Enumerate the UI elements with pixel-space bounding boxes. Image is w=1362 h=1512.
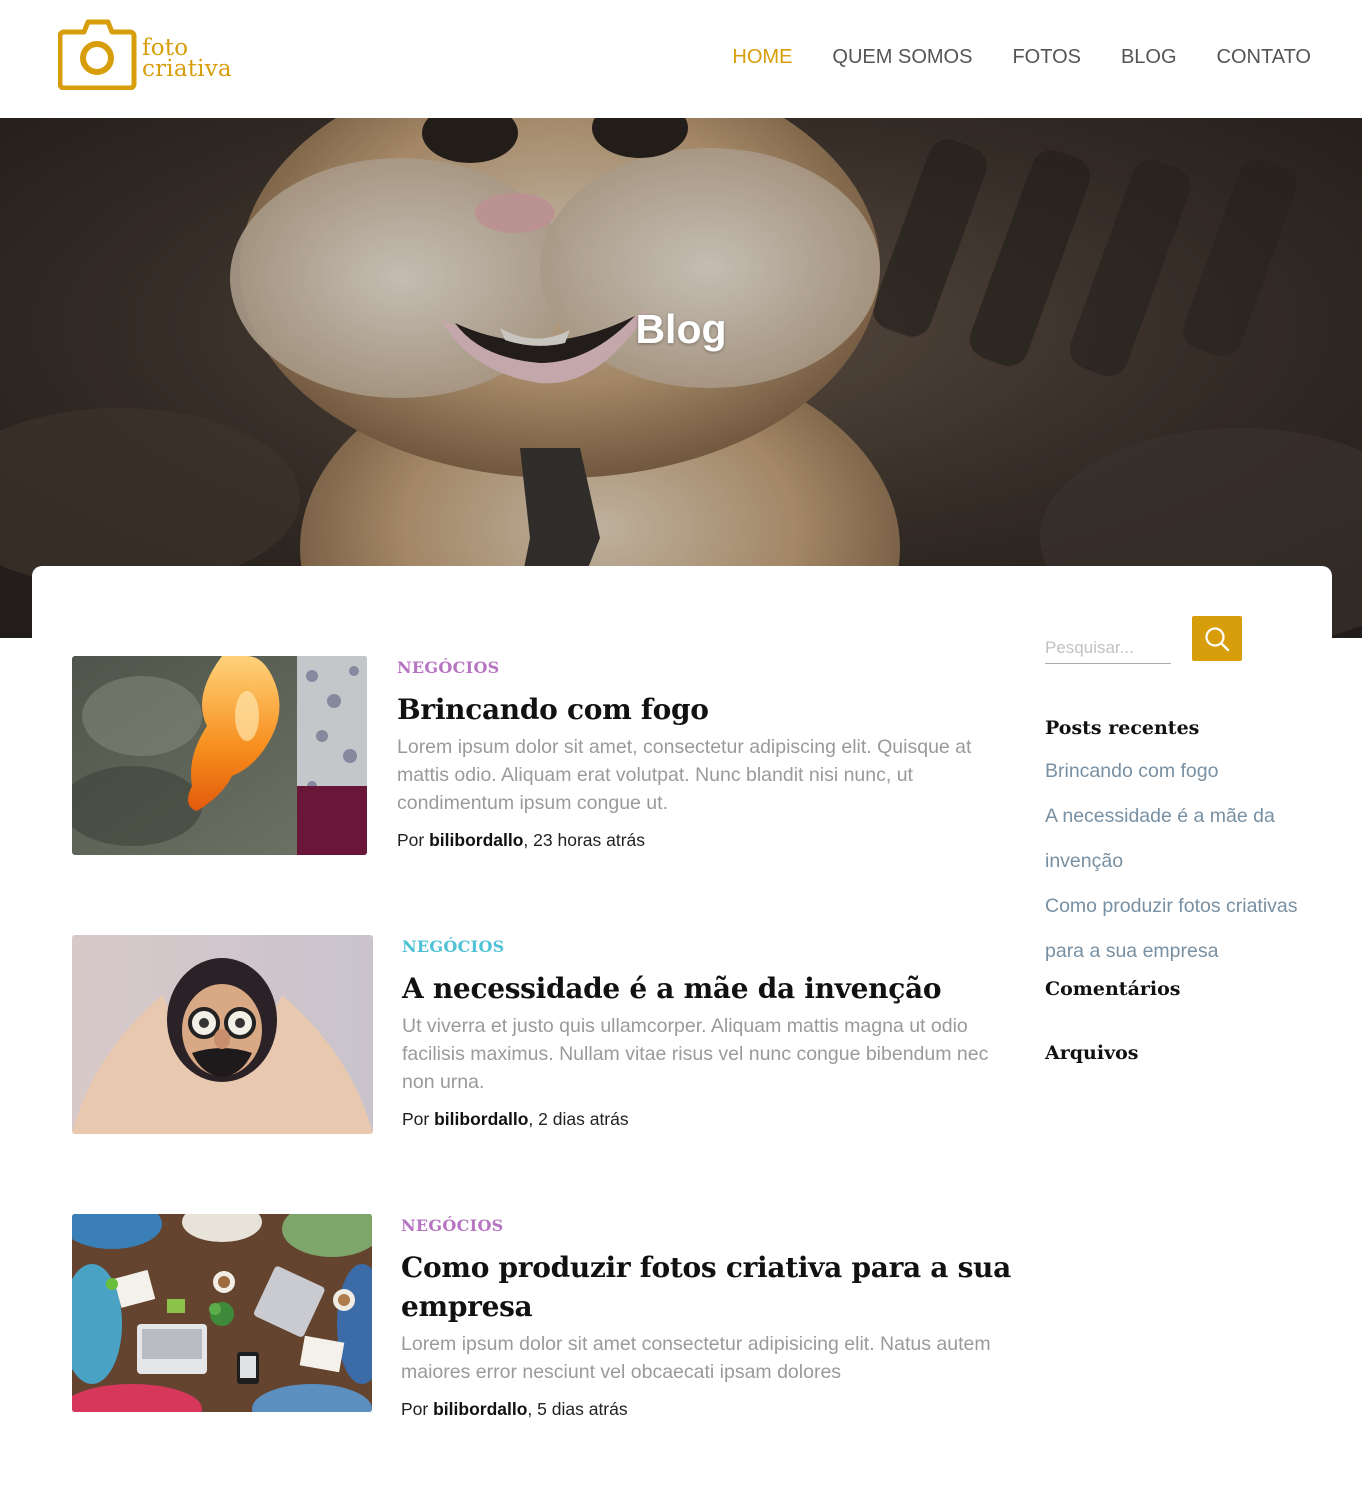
post-excerpt: Lorem ipsum dolor sit amet consectetur a… — [401, 1333, 991, 1383]
post-body: NEGÓCIOS Como produzir fotos criativa pa… — [401, 1216, 1011, 1420]
list-item: Brincando com fogo — [1045, 749, 1325, 794]
post-excerpt: Lorem ipsum dolor sit amet, consectetur … — [397, 736, 972, 814]
post-time: , 5 dias atrás — [527, 1399, 628, 1419]
post-item: NEGÓCIOS Como produzir fotos criativa pa… — [72, 1214, 1012, 1434]
byline-prefix: Por — [397, 830, 430, 850]
post-title[interactable]: Como produzir fotos criativa para a sua … — [401, 1248, 1011, 1326]
post-byline: Por bilibordallo, 2 dias atrás — [402, 1108, 1012, 1130]
recent-post-link[interactable]: Brincando com fogo — [1045, 749, 1325, 794]
list-item: para a sua empresa — [1045, 929, 1325, 974]
nav-item-blog[interactable]: BLOG — [1121, 45, 1177, 69]
site-logo[interactable]: foto criativa — [58, 18, 238, 90]
hero-banner: Blog — [0, 118, 1362, 638]
post-category[interactable]: NEGÓCIOS — [402, 937, 1012, 957]
post-body: NEGÓCIOS A necessidade é a mãe da invenç… — [402, 937, 1012, 1130]
brand-name: foto criativa — [142, 37, 232, 82]
site-header: foto criativa HOME QUEM SOMOS FOTOS BLOG… — [0, 0, 1362, 118]
brand-line-2: criativa — [142, 56, 232, 82]
byline-prefix: Por — [401, 1399, 434, 1419]
post-thumbnail-team-table[interactable] — [72, 1214, 372, 1412]
post-body: NEGÓCIOS Brincando com fogo Lorem ipsum … — [397, 658, 1007, 851]
camera-icon — [58, 19, 137, 90]
list-item: A necessidade é a mãe da — [1045, 794, 1325, 839]
post-category[interactable]: NEGÓCIOS — [401, 1216, 1011, 1236]
byline-prefix: Por — [402, 1109, 435, 1129]
post-category[interactable]: NEGÓCIOS — [397, 658, 1007, 678]
comments-heading: Comentários — [1045, 978, 1181, 1000]
nav-item-quem-somos[interactable]: QUEM SOMOS — [832, 45, 972, 69]
post-title[interactable]: A necessidade é a mãe da invenção — [402, 969, 1012, 1008]
nav-item-contato[interactable]: CONTATO — [1217, 45, 1311, 69]
recent-post-link[interactable]: A necessidade é a mãe da — [1045, 794, 1325, 839]
search-button[interactable] — [1192, 616, 1242, 661]
post-item: NEGÓCIOS A necessidade é a mãe da invenç… — [72, 935, 1012, 1135]
recent-post-link[interactable]: Como produzir fotos criativas — [1045, 884, 1325, 929]
nav-item-fotos[interactable]: FOTOS — [1012, 45, 1081, 69]
recent-posts-list: Brincando com fogo A necessidade é a mãe… — [1045, 749, 1325, 974]
post-thumbnail-funny-man[interactable] — [72, 935, 373, 1134]
post-author[interactable]: bilibordallo — [433, 1399, 527, 1419]
post-excerpt: Ut viverra et justo quis ullamcorper. Al… — [402, 1015, 989, 1093]
post-time: , 23 horas atrás — [523, 830, 646, 850]
post-byline: Por bilibordallo, 5 dias atrás — [401, 1398, 1011, 1420]
hero-title: Blog — [635, 306, 727, 352]
recent-posts-heading: Posts recentes — [1045, 717, 1200, 739]
nav-item-home[interactable]: HOME — [732, 45, 792, 69]
list-item: invenção — [1045, 839, 1325, 884]
hero-background-image — [0, 118, 1362, 638]
post-item: NEGÓCIOS Brincando com fogo Lorem ipsum … — [72, 656, 1012, 856]
archives-heading: Arquivos — [1045, 1042, 1139, 1064]
search-icon — [1205, 626, 1230, 651]
recent-post-link[interactable]: para a sua empresa — [1045, 929, 1325, 974]
post-thumbnail-fire[interactable] — [72, 656, 367, 855]
post-time: , 2 dias atrás — [528, 1109, 629, 1129]
recent-post-link[interactable]: invenção — [1045, 839, 1325, 884]
post-byline: Por bilibordallo, 23 horas atrás — [397, 829, 1007, 851]
list-item: Como produzir fotos criativas — [1045, 884, 1325, 929]
post-author[interactable]: bilibordallo — [434, 1109, 528, 1129]
main-nav: HOME QUEM SOMOS FOTOS BLOG CONTATO — [732, 45, 1311, 69]
post-title[interactable]: Brincando com fogo — [397, 690, 1007, 729]
post-author[interactable]: bilibordallo — [429, 830, 523, 850]
search-input[interactable] — [1045, 630, 1171, 664]
